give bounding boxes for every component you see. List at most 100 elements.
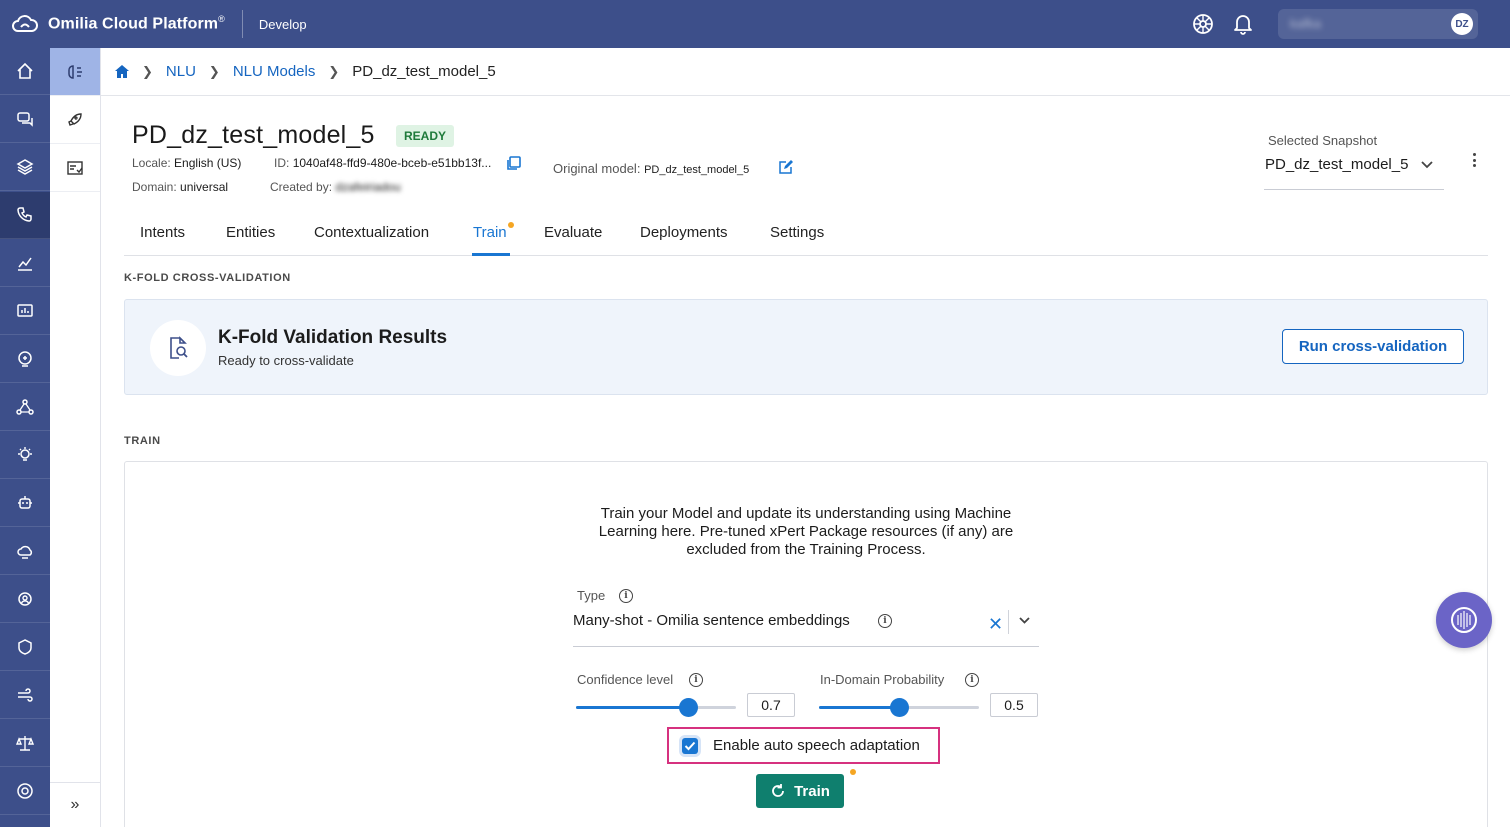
chevron-down-icon[interactable] <box>1018 616 1031 625</box>
cloud-logo-icon <box>12 15 38 32</box>
indomain-input[interactable]: 0.5 <box>990 693 1038 717</box>
expand-nav-button[interactable]: » <box>50 782 100 827</box>
rail-home[interactable] <box>0 48 50 95</box>
breadcrumb-current: PD_dz_test_model_5 <box>352 63 496 80</box>
breadcrumb-nlu[interactable]: NLU <box>166 63 196 80</box>
clear-icon[interactable]: ✕ <box>988 614 1003 635</box>
rail-flows[interactable] <box>0 672 50 719</box>
chevron-right-icon: ❯ <box>142 63 153 79</box>
help-assistant-button[interactable] <box>1436 592 1492 648</box>
sub-nav: » <box>50 48 101 827</box>
info-icon[interactable]: i <box>878 614 892 628</box>
user-name: kafka <box>1290 16 1322 31</box>
kfold-card: K-Fold Validation Results Ready to cross… <box>124 299 1488 395</box>
rail-analytics[interactable] <box>0 240 50 287</box>
edit-icon[interactable] <box>778 160 793 175</box>
bell-icon[interactable] <box>1231 12 1255 36</box>
snapshot-value: PD_dz_test_model_5 <box>1265 156 1409 173</box>
type-value: Many-shot - Omilia sentence embeddings <box>573 612 850 629</box>
nlu-brain-icon <box>68 64 82 79</box>
rail-brain[interactable] <box>0 336 50 383</box>
tab-entities[interactable]: Entities <box>226 224 275 241</box>
subnav-reviews[interactable] <box>50 144 100 192</box>
kfold-section-title: K-FOLD CROSS-VALIDATION <box>124 272 291 284</box>
tab-deployments[interactable]: Deployments <box>640 224 728 241</box>
domain-meta: Domain: universal <box>132 180 229 194</box>
chat-bubbles-icon <box>17 112 33 127</box>
confidence-label: Confidence level <box>577 672 674 687</box>
auto-speech-option[interactable]: Enable auto speech adaptation <box>667 727 940 764</box>
app-logo[interactable]: Omilia Cloud Platform® <box>11 14 225 34</box>
brain-icon <box>18 351 32 367</box>
rail-admin[interactable] <box>0 576 50 623</box>
info-icon[interactable]: i <box>619 589 633 603</box>
rail-network[interactable] <box>0 384 50 431</box>
indomain-slider-fill <box>819 706 899 709</box>
auto-speech-label: Enable auto speech adaptation <box>713 737 920 754</box>
confidence-input[interactable]: 0.7 <box>747 693 795 717</box>
rail-nlu[interactable] <box>0 192 50 239</box>
shield-icon <box>18 639 32 655</box>
rail-dashboard[interactable] <box>0 288 50 335</box>
tab-evaluate[interactable]: Evaluate <box>544 224 602 241</box>
topbar-divider <box>241 10 243 38</box>
environment-label[interactable]: Develop <box>259 17 307 32</box>
home-icon[interactable] <box>115 65 129 78</box>
more-options-icon[interactable] <box>1466 150 1482 170</box>
rail-conversations[interactable] <box>0 96 50 143</box>
layers-icon <box>16 159 34 175</box>
tab-settings[interactable]: Settings <box>770 224 824 241</box>
rail-bots[interactable] <box>0 480 50 527</box>
snapshot-label: Selected Snapshot <box>1268 133 1378 148</box>
wind-icon <box>18 688 33 702</box>
rail-cloud[interactable] <box>0 528 50 575</box>
indomain-label: In-Domain Probability <box>820 672 945 687</box>
run-cross-validation-button[interactable]: Run cross-validation <box>1282 329 1464 364</box>
rail-security[interactable] <box>0 624 50 671</box>
model-tabs: Intents Entities Contextualization Train… <box>124 214 1488 256</box>
rail-layers[interactable] <box>0 144 50 191</box>
breadcrumb-nlu-models[interactable]: NLU Models <box>233 63 316 80</box>
chevron-down-icon <box>1421 161 1433 169</box>
dashboard-icon <box>17 304 33 317</box>
cloud-icon <box>17 545 33 559</box>
gear-users-icon <box>18 592 32 606</box>
tab-contextualization[interactable]: Contextualization <box>314 224 429 241</box>
support-icon <box>17 783 33 799</box>
train-button[interactable]: Train <box>756 774 844 808</box>
confidence-slider-thumb[interactable] <box>679 698 698 717</box>
rail-ideas[interactable] <box>0 432 50 479</box>
select-divider <box>1008 610 1009 634</box>
tab-train[interactable]: Train <box>473 224 507 241</box>
locale-meta: Locale: English (US) <box>132 156 242 170</box>
lightbulb-icon <box>18 447 32 461</box>
subnav-deployments[interactable] <box>50 96 100 144</box>
settings-wheel-icon[interactable] <box>1191 12 1215 36</box>
rocket-icon <box>68 112 82 126</box>
subnav-nlu-models[interactable] <box>50 48 100 96</box>
info-icon[interactable]: i <box>965 673 979 687</box>
document-search-icon <box>170 336 188 359</box>
indomain-slider[interactable] <box>819 698 979 717</box>
assistant-icon <box>1451 607 1477 633</box>
rail-compliance[interactable] <box>0 720 50 767</box>
indomain-slider-thumb[interactable] <box>890 698 909 717</box>
auto-speech-checkbox[interactable] <box>682 737 698 754</box>
scale-icon <box>16 736 34 751</box>
snapshot-select[interactable]: PD_dz_test_model_5 <box>1264 152 1444 190</box>
status-badge: READY <box>396 125 455 147</box>
original-model-meta: Original model: PD_dz_test_model_5 <box>553 161 750 176</box>
copy-icon[interactable] <box>506 156 521 171</box>
tab-intents[interactable]: Intents <box>140 224 185 241</box>
kfold-icon-wrap <box>150 320 206 376</box>
main-rail <box>0 48 50 827</box>
info-icon[interactable]: i <box>689 673 703 687</box>
confidence-slider[interactable] <box>576 698 736 717</box>
kfold-title: K-Fold Validation Results <box>218 327 448 348</box>
rail-support[interactable] <box>0 768 50 815</box>
train-section-title: TRAIN <box>124 435 161 447</box>
type-select[interactable]: Many-shot - Omilia sentence embeddings i… <box>573 605 1039 647</box>
app-name: Omilia Cloud Platform® <box>48 14 225 33</box>
chevron-right-icon: ❯ <box>328 63 340 79</box>
user-menu[interactable]: kafka DZ <box>1278 9 1478 39</box>
